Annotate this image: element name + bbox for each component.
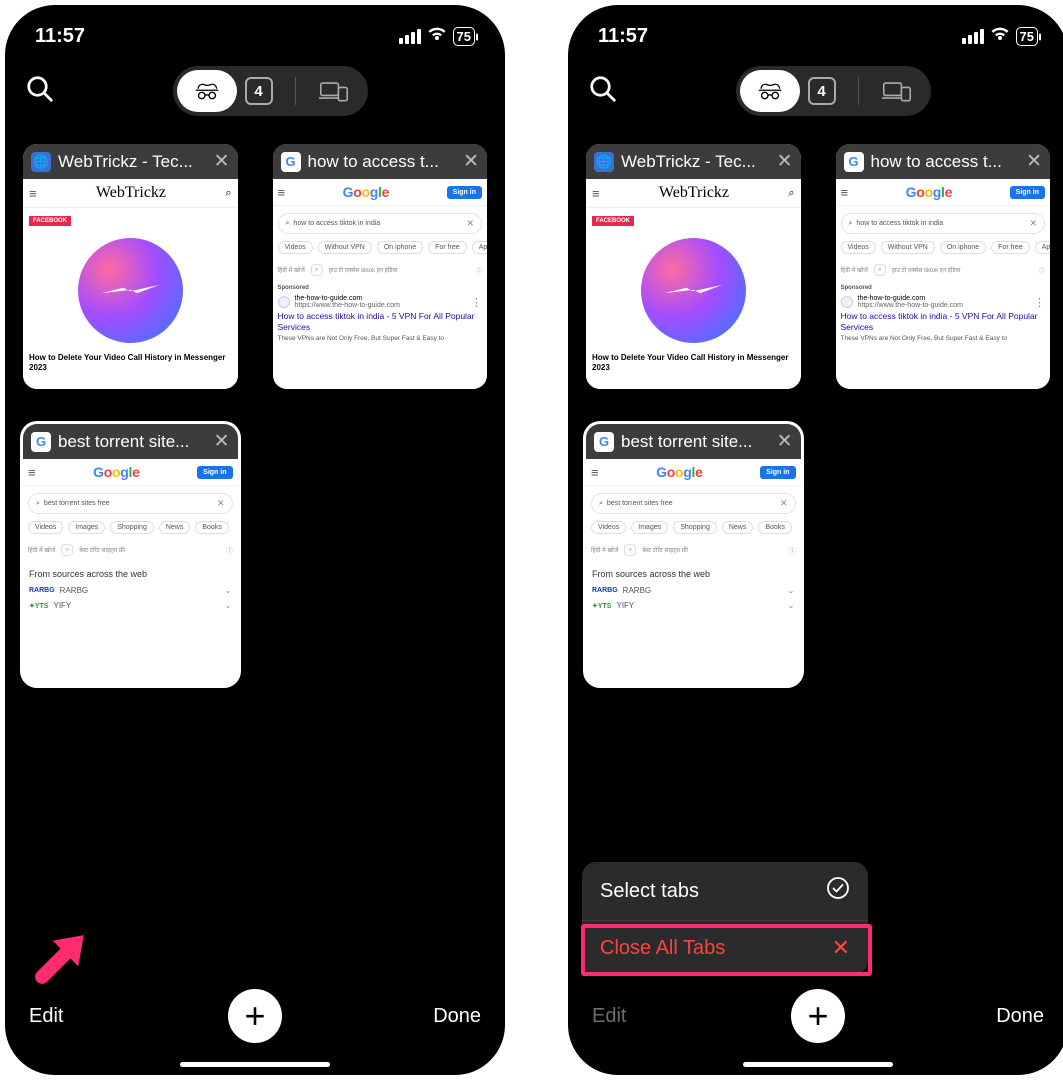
tab-grid: 🌐 WebTrickz - Tec... ✕ ≡WebTrickz⌕ FACEB… [5,116,505,713]
tab-preview: ≡GoogleSign in ⌕best torrent sites free✕… [586,459,801,685]
messenger-icon [78,238,183,343]
tab-title: best torrent site... [621,432,770,452]
top-bar: 4 [5,66,505,116]
checkmark-circle-icon [826,876,850,906]
favicon: G [844,152,864,172]
tab-title: how to access t... [871,152,1020,172]
battery-icon: 75 [453,27,475,46]
tab-title: WebTrickz - Tec... [58,152,207,172]
incognito-tab-group[interactable] [177,70,237,112]
open-tabs-count[interactable]: 4 [245,77,273,105]
tab-preview: ≡GoogleSign in ⌕best torrent sites free✕… [23,459,238,685]
phone-left: 11:57 75 4 🌐 WebTrickz - Tec... [5,5,505,1075]
done-button[interactable]: Done [433,1005,481,1028]
close-icon[interactable]: ✕ [463,150,479,173]
bottom-bar: Edit + Done [568,975,1063,1075]
tab-card[interactable]: G how to access t... ✕ ≡GoogleSign in ⌕h… [273,144,488,389]
search-icon[interactable] [25,74,55,109]
favicon: 🌐 [31,152,51,172]
new-tab-button[interactable]: + [228,989,282,1043]
signal-icon [962,29,984,44]
tab-preview: ≡WebTrickz⌕ FACEBOOK How to Delete Your … [586,179,801,389]
signal-icon [399,29,421,44]
tab-card[interactable]: G how to access t... ✕ ≡GoogleSign in ⌕h… [836,144,1051,389]
clock: 11:57 [598,25,648,48]
tab-group-switcher: 4 [736,66,931,116]
tab-title: how to access t... [308,152,457,172]
wifi-icon [990,25,1010,48]
phone-right: 11:57 75 4 🌐 WebTrickz - Tec... ✕ [568,5,1063,1075]
close-icon[interactable]: ✕ [1026,150,1042,173]
edit-button[interactable]: Edit [592,1005,626,1028]
close-icon[interactable]: ✕ [214,430,230,453]
tab-card[interactable]: 🌐 WebTrickz - Tec... ✕ ≡WebTrickz⌕ FACEB… [23,144,238,389]
close-icon[interactable]: ✕ [214,150,230,173]
status-bar: 11:57 75 [568,5,1063,48]
close-icon: ✕ [832,935,850,961]
edit-menu-popup: Select tabs Close All Tabs ✕ [582,862,868,975]
tab-group-switcher: 4 [173,66,368,116]
devices-tab-group[interactable] [304,70,364,112]
tab-title: WebTrickz - Tec... [621,152,770,172]
close-icon[interactable]: ✕ [777,150,793,173]
tab-card-active[interactable]: G best torrent site... ✕ ≡GoogleSign in … [586,424,801,685]
done-button[interactable]: Done [996,1005,1044,1028]
close-all-tabs-button[interactable]: Close All Tabs ✕ [582,921,868,975]
wifi-icon [427,25,447,48]
separator [295,77,296,105]
clock: 11:57 [35,25,85,48]
tab-preview: ≡GoogleSign in ⌕how to access tiktok in … [836,179,1051,389]
favicon: G [31,432,51,452]
search-icon[interactable] [588,74,618,109]
tab-preview: ≡WebTrickz⌕ FACEBOOK How to Delete Your … [23,179,238,389]
open-tabs-count[interactable]: 4 [808,77,836,105]
home-indicator[interactable] [743,1062,893,1067]
favicon: 🌐 [594,152,614,172]
favicon: G [594,432,614,452]
select-tabs-button[interactable]: Select tabs [582,862,868,921]
status-bar: 11:57 75 [5,5,505,48]
devices-tab-group[interactable] [867,70,927,112]
top-bar: 4 [568,66,1063,116]
separator [858,77,859,105]
battery-icon: 75 [1016,27,1038,46]
bottom-bar: Edit + Done [5,975,505,1075]
favicon: G [281,152,301,172]
edit-button[interactable]: Edit [29,1005,63,1028]
tab-preview: ≡GoogleSign in ⌕how to access tiktok in … [273,179,488,389]
messenger-icon [641,238,746,343]
tab-card[interactable]: 🌐 WebTrickz - Tec... ✕ ≡WebTrickz⌕ FACEB… [586,144,801,389]
tab-grid: 🌐 WebTrickz - Tec... ✕ ≡WebTrickz⌕ FACEB… [568,116,1063,713]
home-indicator[interactable] [180,1062,330,1067]
close-icon[interactable]: ✕ [777,430,793,453]
tab-title: best torrent site... [58,432,207,452]
incognito-tab-group[interactable] [740,70,800,112]
tab-card-active[interactable]: G best torrent site... ✕ ≡GoogleSign in … [23,424,238,685]
new-tab-button[interactable]: + [791,989,845,1043]
